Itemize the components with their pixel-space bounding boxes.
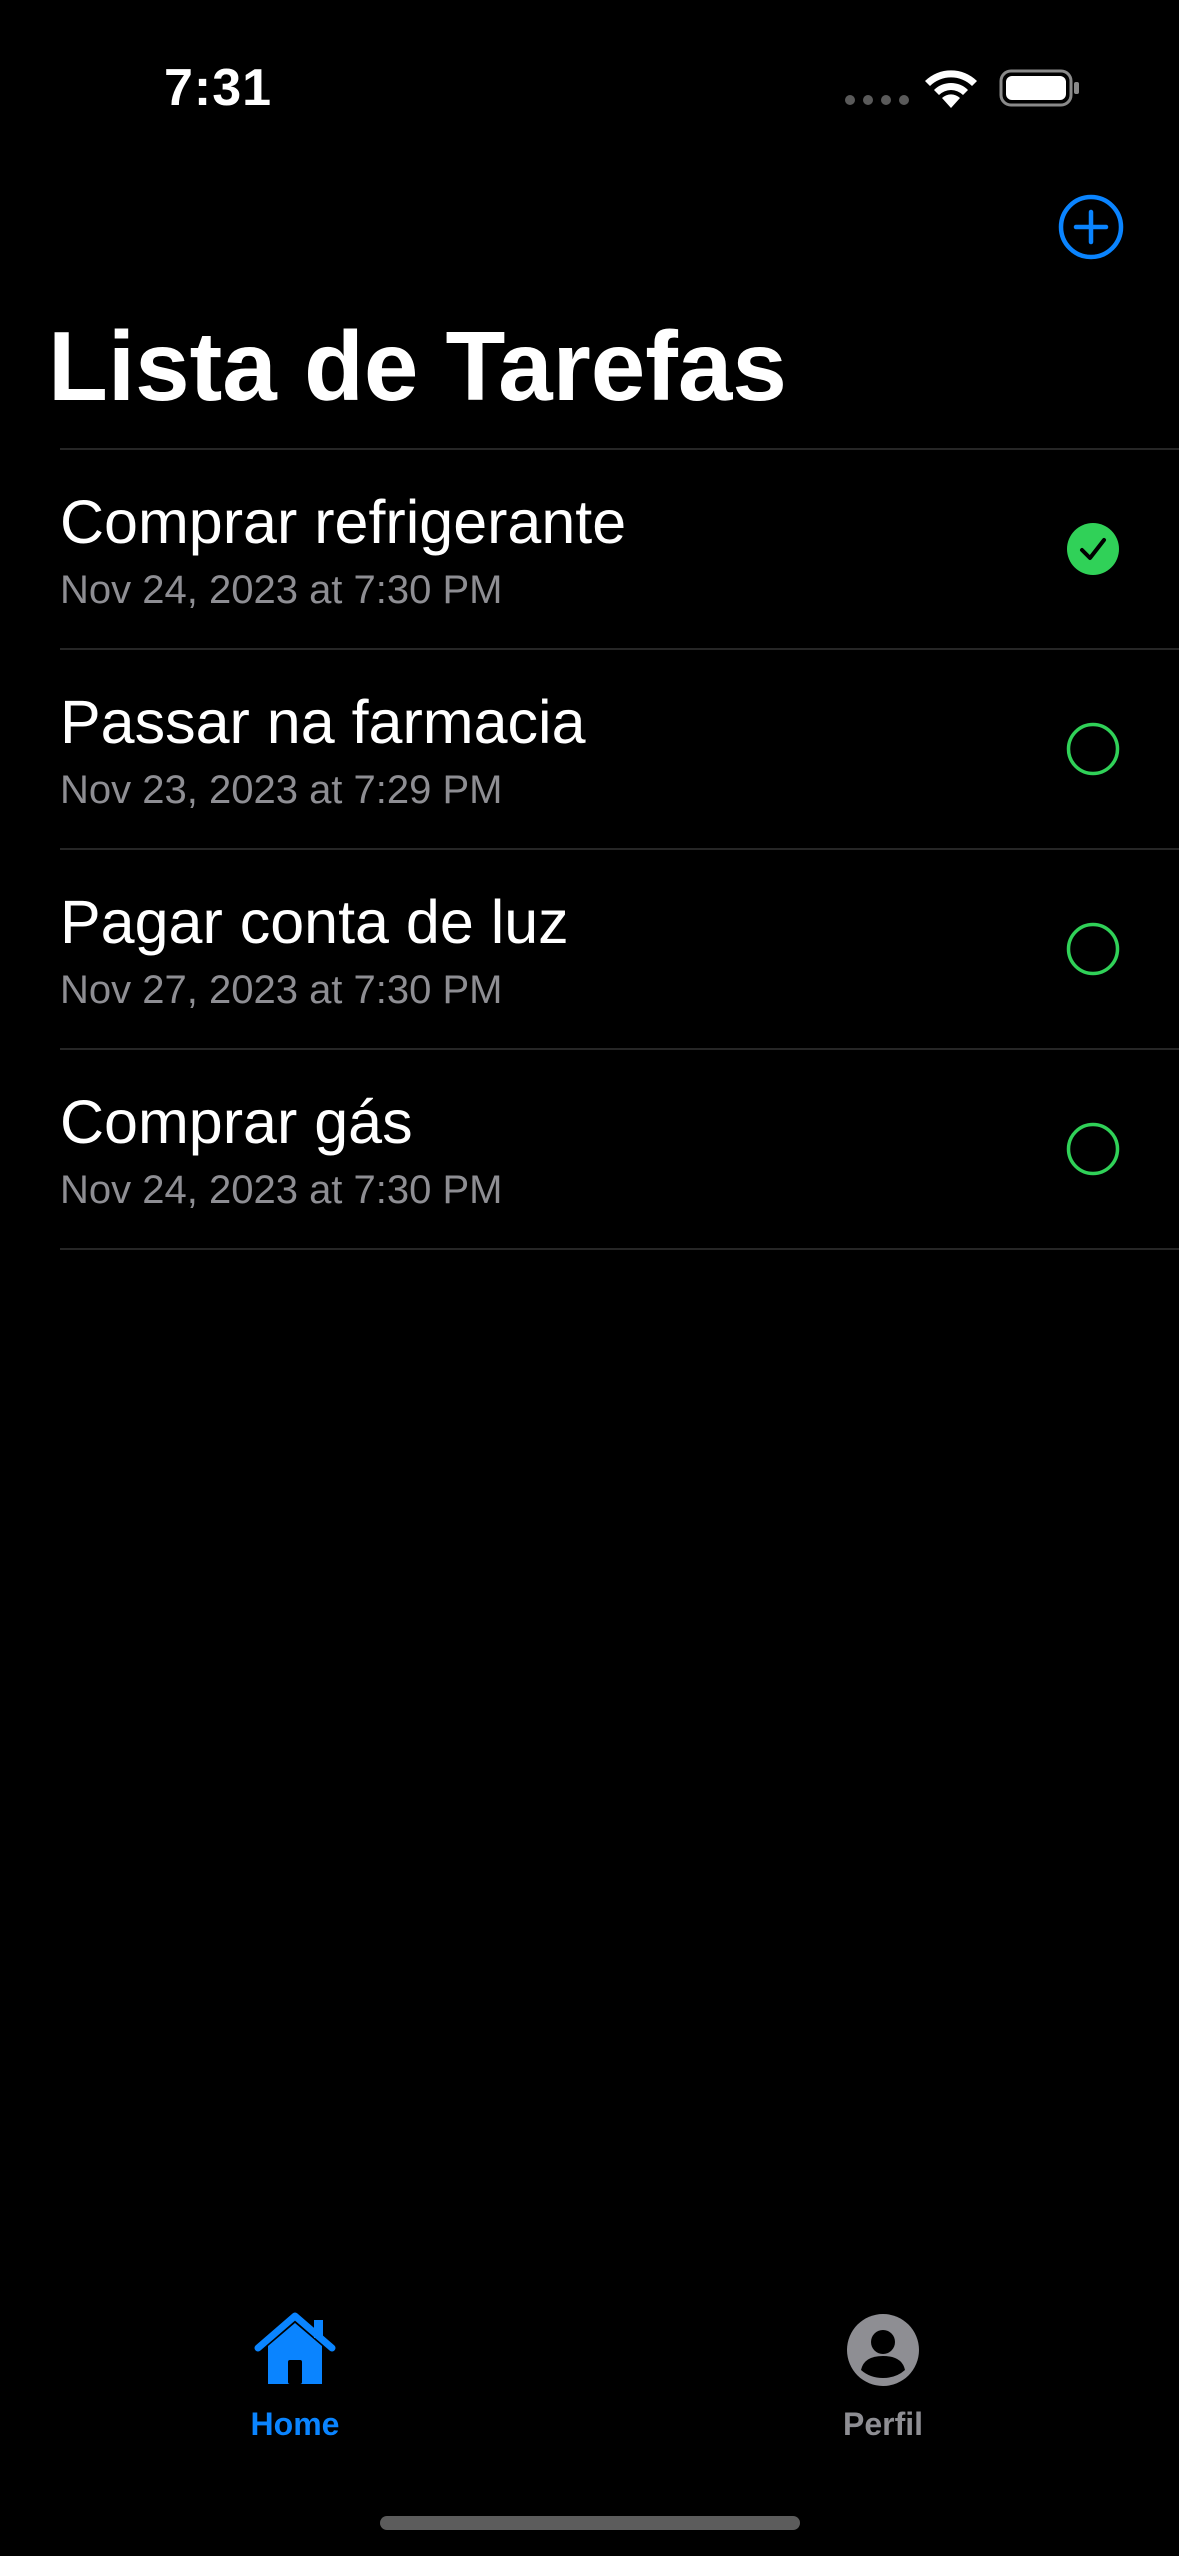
task-row[interactable]: Comprar refrigerante Nov 24, 2023 at 7:3…	[60, 450, 1179, 650]
task-date: Nov 24, 2023 at 7:30 PM	[60, 568, 503, 612]
wifi-icon	[925, 70, 977, 108]
cellular-signal-icon	[845, 95, 909, 105]
tab-perfil[interactable]: Perfil	[773, 2310, 993, 2443]
battery-icon	[999, 69, 1079, 107]
tab-label: Home	[250, 2406, 340, 2442]
tab-bar: Home Perfil	[0, 2310, 1179, 2470]
house-icon	[254, 2312, 336, 2384]
task-title: Pagar conta de luz	[60, 888, 569, 956]
plus-circle-icon	[1058, 194, 1124, 260]
empty-circle-icon[interactable]	[1066, 922, 1120, 976]
tab-label: Perfil	[842, 2406, 924, 2442]
task-row[interactable]: Comprar gás Nov 24, 2023 at 7:30 PM	[60, 1050, 1179, 1250]
task-date: Nov 24, 2023 at 7:30 PM	[60, 1168, 503, 1212]
task-row[interactable]: Passar na farmacia Nov 23, 2023 at 7:29 …	[60, 650, 1179, 850]
home-indicator	[380, 2516, 800, 2530]
add-task-button[interactable]	[1058, 194, 1124, 260]
status-time: 7:31	[164, 59, 273, 117]
person-circle-icon	[847, 2314, 919, 2386]
empty-circle-icon[interactable]	[1066, 1122, 1120, 1176]
page-title: Lista de Tarefas	[48, 311, 787, 421]
task-date: Nov 27, 2023 at 7:30 PM	[60, 968, 503, 1012]
tab-home[interactable]: Home	[185, 2310, 405, 2443]
task-title: Comprar gás	[60, 1088, 413, 1156]
checkmark-circle-fill-icon[interactable]	[1066, 522, 1120, 576]
task-row[interactable]: Pagar conta de luz Nov 27, 2023 at 7:30 …	[60, 850, 1179, 1050]
task-title: Passar na farmacia	[60, 688, 586, 756]
empty-circle-icon[interactable]	[1066, 722, 1120, 776]
task-date: Nov 23, 2023 at 7:29 PM	[60, 768, 503, 812]
task-list: Comprar refrigerante Nov 24, 2023 at 7:3…	[60, 448, 1179, 1250]
task-title: Comprar refrigerante	[60, 488, 627, 556]
